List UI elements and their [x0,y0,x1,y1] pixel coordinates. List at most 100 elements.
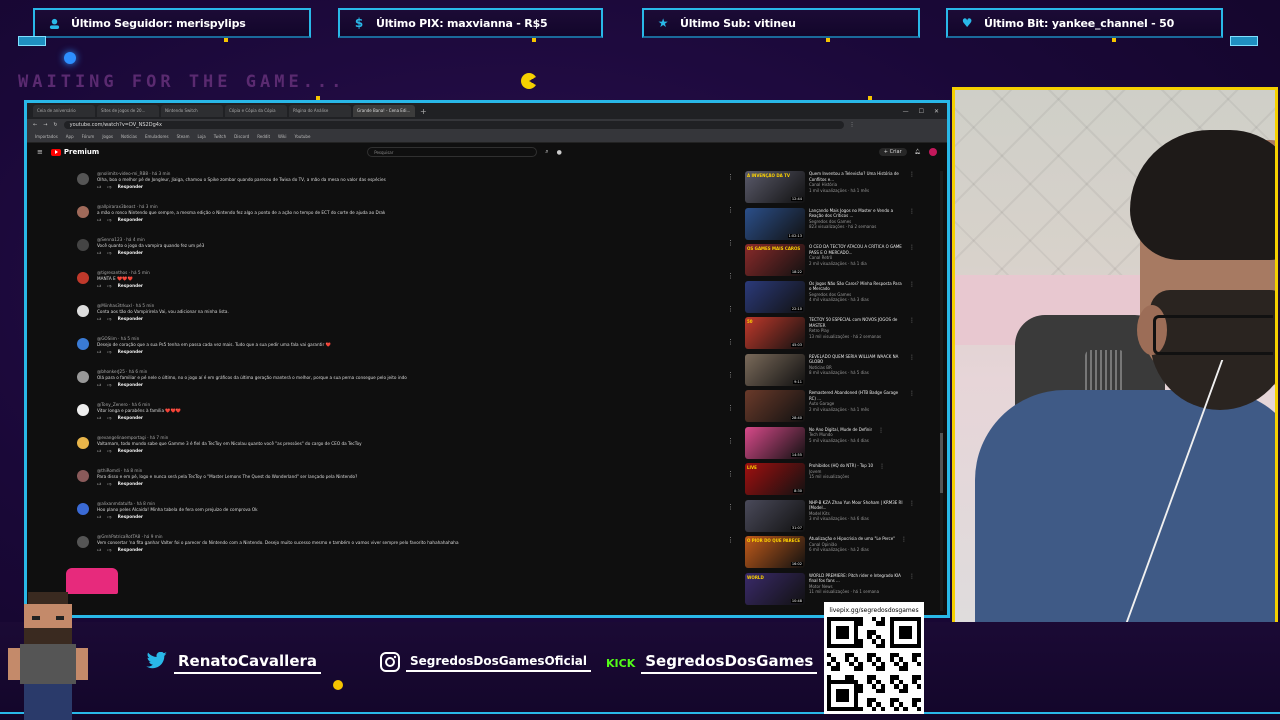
bookmark[interactable]: Discord [234,134,249,139]
bookmark[interactable]: Reddit [257,134,270,139]
thumbs-up-icon[interactable]: 👍︎ [97,382,101,388]
reply-button[interactable]: Responder [118,481,143,487]
search-icon[interactable]: ⌕ [545,148,548,156]
bookmark[interactable]: Fórum [82,134,95,139]
scrollbar-thumb[interactable] [940,433,943,493]
bookmark[interactable]: Importados [35,134,58,139]
video-thumbnail[interactable]: 31:07 [745,499,805,532]
thumbs-down-icon[interactable]: 👎︎ [107,349,111,355]
video-menu-icon[interactable]: ⋮ [878,427,884,464]
reply-button[interactable]: Responder [118,448,143,454]
video-title[interactable]: TECTOY 50 ESPECIAL com NOVOS JOGOS de MA… [809,317,903,328]
thumbs-down-icon[interactable]: 👎︎ [107,415,111,421]
related-video-item[interactable]: A INVENÇÃO DA TV 12:44 Quem Inventou a Tel… [745,171,915,208]
browser-tab[interactable]: Página do Análise [289,105,351,117]
reply-button[interactable]: Responder [118,514,143,520]
youtube-logo[interactable]: Premium [50,148,99,156]
browser-tab[interactable]: Nintendo Switch [161,105,223,117]
browser-tab[interactable]: Sites de jogos de 20... [97,105,159,117]
video-menu-icon[interactable]: ⋮ [909,208,915,245]
comment-menu-icon[interactable]: ⋮ [727,503,734,511]
video-menu-icon[interactable]: ⋮ [909,171,915,208]
bookmark[interactable]: Loja [198,134,206,139]
commenter-avatar[interactable] [77,173,89,185]
thumbs-up-icon[interactable]: 👍︎ [97,283,101,289]
commenter-avatar[interactable] [77,437,89,449]
thumbs-up-icon[interactable]: 👍︎ [97,415,101,421]
video-thumbnail[interactable]: 50 45:03 [745,317,805,349]
related-video-item[interactable]: 1:02:13 Lançando Mais Jogos no Master e V… [745,207,915,245]
mic-icon[interactable]: ● [557,149,562,156]
bookmark[interactable]: Twitch [214,134,226,139]
bookmark[interactable]: Steam [177,134,190,139]
thumbs-up-icon[interactable]: 👍︎ [97,316,101,322]
comment-menu-icon[interactable]: ⋮ [727,206,734,214]
commenter-avatar[interactable] [77,404,89,416]
thumbs-down-icon[interactable]: 👎︎ [107,250,111,256]
bookmark[interactable]: App [66,134,74,139]
commenter-avatar[interactable] [77,305,89,317]
related-video-item[interactable]: 22:10 Os Jogos Não São Caros? Minha Respo… [745,280,915,318]
comment-menu-icon[interactable]: ⋮ [727,239,734,247]
bookmark[interactable]: Jogos [102,134,113,139]
video-thumbnail[interactable]: WORLD 10:48 [745,572,805,605]
related-video-item[interactable]: OS GAMES MAIS CAROS 18:22 O CEO DA TECTOY … [745,244,915,281]
video-menu-icon[interactable]: ⋮ [909,500,915,537]
menu-icon[interactable]: ≡ [37,148,43,156]
video-thumbnail[interactable]: A INVENÇÃO DA TV 12:44 [745,171,805,203]
browser-tab[interactable]: Cópia e Cópia da Cópia [225,105,287,117]
thumbs-up-icon[interactable]: 👍︎ [97,481,101,487]
reply-button[interactable]: Responder [118,316,143,322]
video-title[interactable]: REVELADO QUEM SERIA WILLIAM WAACK NA GLO… [809,354,903,365]
commenter-avatar[interactable] [77,536,89,548]
related-video-item[interactable]: 50 45:03 TECTOY 50 ESPECIAL com NOVOS JOGO… [745,317,915,354]
close-icon[interactable]: ✕ [934,108,939,115]
video-thumbnail[interactable]: 14:55 [745,426,805,459]
browser-tab[interactable]: Ceia de aniversário [33,105,95,117]
thumbs-up-icon[interactable]: 👍︎ [97,349,101,355]
thumbs-down-icon[interactable]: 👎︎ [107,382,111,388]
thumbs-down-icon[interactable]: 👎︎ [107,184,111,190]
bookmark[interactable]: Notícias [121,134,137,139]
video-menu-icon[interactable]: ⋮ [909,317,915,354]
related-video-item[interactable]: 9:11 REVELADO QUEM SERIA WILLIAM WAACK NA… [745,353,915,391]
video-thumbnail[interactable]: 22:10 [745,280,805,313]
related-video-item[interactable]: 28:40 Remastered Abandoned (HTB Badge Gar… [745,390,915,427]
thumbs-down-icon[interactable]: 👎︎ [107,547,111,553]
url-field[interactable]: youtube.com/watch?v=DV_NS2Dg4x [63,121,844,129]
comment-menu-icon[interactable]: ⋮ [727,404,734,412]
commenter-avatar[interactable] [77,338,89,350]
video-title[interactable]: Os Jogos Não São Caros? Minha Resposta P… [809,281,903,292]
minimize-icon[interactable]: — [903,108,909,115]
related-video-item[interactable]: 31:07 NHP-B KZA Zhao Yun Moor Shoham | KR… [745,499,915,537]
thumbs-down-icon[interactable]: 👎︎ [107,316,111,322]
comment-menu-icon[interactable]: ⋮ [727,173,734,181]
comment-menu-icon[interactable]: ⋮ [727,470,734,478]
back-icon[interactable]: ← [33,122,37,128]
comment-menu-icon[interactable]: ⋮ [727,437,734,445]
commenter-avatar[interactable] [77,470,89,482]
thumbs-up-icon[interactable]: 👍︎ [97,514,101,520]
video-title[interactable]: WORLD PREMIERE: Pitch rider e Integrado … [809,573,903,584]
related-video-item[interactable]: O PIOR DO QUE PARECE 16:02 Atualização e H… [745,536,915,573]
reply-button[interactable]: Responder [118,217,143,223]
comment-menu-icon[interactable]: ⋮ [727,305,734,313]
reply-button[interactable]: Responder [118,184,143,190]
reply-button[interactable]: Responder [118,349,143,355]
thumbs-down-icon[interactable]: 👎︎ [107,481,111,487]
commenter-avatar[interactable] [77,272,89,284]
related-video-item[interactable]: 14:55 No Ano Digital, Mude de Definir Tech… [745,426,915,464]
reply-button[interactable]: Responder [118,547,143,553]
commenter-avatar[interactable] [77,503,89,515]
thumbs-down-icon[interactable]: 👎︎ [107,514,111,520]
reply-button[interactable]: Responder [118,250,143,256]
thumbs-up-icon[interactable]: 👍︎ [97,547,101,553]
create-button[interactable]: + Criar [878,148,907,156]
reply-button[interactable]: Responder [118,283,143,289]
reload-icon[interactable]: ↻ [53,122,57,128]
thumbs-up-icon[interactable]: 👍︎ [97,184,101,190]
comment-menu-icon[interactable]: ⋮ [727,371,734,379]
video-thumbnail[interactable]: OS GAMES MAIS CAROS 18:22 [745,244,805,276]
video-thumbnail[interactable]: O PIOR DO QUE PARECE 16:02 [745,536,805,568]
related-video-item[interactable]: LIVE 8:30 Prohibidos (HQ do NTR) - Top 10 J… [745,463,915,500]
